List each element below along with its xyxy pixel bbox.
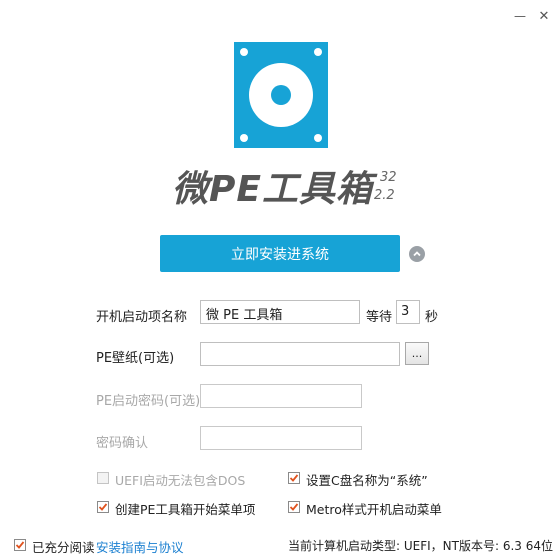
checkmark-icon — [98, 503, 108, 511]
wait-label: 等待 — [366, 310, 393, 325]
confirm-password-input[interactable] — [200, 426, 362, 450]
uefi-dos-checkbox[interactable] — [97, 472, 109, 484]
disc-icon — [234, 42, 328, 148]
seconds-label: 秒 — [425, 310, 439, 325]
metro-menu-checkbox[interactable] — [288, 501, 300, 513]
password-label: PE启动密码(可选) — [96, 394, 201, 409]
wait-seconds-input[interactable]: 3 — [396, 300, 420, 324]
close-button[interactable]: ✕ — [532, 6, 556, 26]
browse-button[interactable]: ... — [405, 342, 429, 365]
arch-label: 32 — [380, 170, 397, 185]
agree-checkbox[interactable] — [14, 539, 26, 551]
status-bar: 已充分阅读 安装指南与协议 当前计算机启动类型: UEFI，NT版本号: 6.3… — [0, 530, 560, 560]
guide-link[interactable]: 安装指南与协议 — [96, 537, 184, 556]
c-drive-name-checkbox[interactable] — [288, 472, 300, 484]
boot-type-status: 当前计算机启动类型: UEFI，NT版本号: 6.3 64位 — [288, 539, 553, 553]
checkmark-icon — [15, 541, 25, 549]
wallpaper-label: PE壁纸(可选) — [96, 351, 175, 366]
confirm-password-label: 密码确认 — [96, 436, 149, 451]
checkmark-icon — [289, 474, 299, 482]
install-button[interactable]: 立即安装进系统 — [160, 235, 400, 272]
minimize-icon: — — [514, 9, 526, 23]
version-label: 2.2 — [374, 188, 395, 203]
minimize-button[interactable]: — — [508, 6, 532, 26]
start-menu-label: 创建PE工具箱开始菜单项 — [115, 502, 256, 517]
chevron-up-icon — [413, 251, 421, 257]
password-input[interactable] — [200, 384, 362, 408]
c-drive-name-label: 设置C盘名称为“系统” — [306, 473, 428, 488]
agree-label: 已充分阅读 — [32, 540, 95, 555]
app-title: 微PE工具箱 — [172, 169, 373, 210]
start-menu-checkbox[interactable] — [97, 501, 109, 513]
wallpaper-input[interactable] — [200, 342, 400, 366]
collapse-button[interactable] — [409, 246, 425, 262]
checkmark-icon — [289, 503, 299, 511]
boot-name-input[interactable]: 微 PE 工具箱 — [200, 300, 360, 324]
uefi-dos-label: UEFI启动无法包含DOS — [115, 473, 246, 488]
metro-menu-label: Metro样式开机启动菜单 — [306, 502, 442, 517]
boot-name-label: 开机启动项名称 — [96, 310, 188, 325]
close-icon: ✕ — [538, 8, 550, 24]
